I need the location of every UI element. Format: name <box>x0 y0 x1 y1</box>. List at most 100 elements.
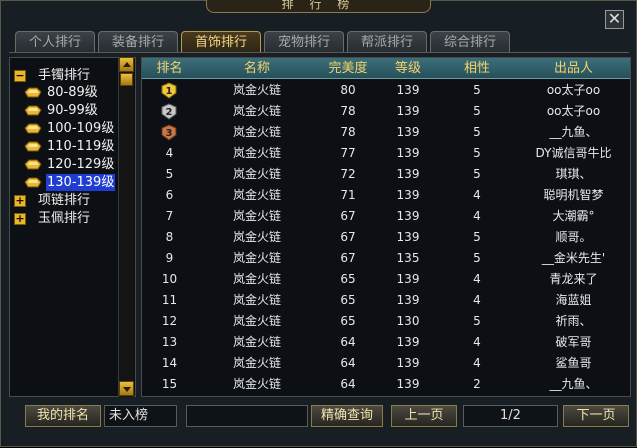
cell-maker: 破军哥 <box>555 335 592 349</box>
cell-maker: 大潮霸° <box>552 209 595 223</box>
ranking-table: 排名 名称 完美度 等级 相性 出品人 1 岚金火链 80 139 5 oo太子oo 2 岚金… <box>141 57 631 397</box>
header-rank[interactable]: 排名 <box>142 58 197 79</box>
tree-node-bracelet[interactable]: − 手镯排行 <box>14 67 124 84</box>
cell-perfection: 72 <box>340 167 356 181</box>
cell-perfection: 64 <box>340 377 356 391</box>
cell-level: 139 <box>396 335 420 349</box>
cell-maker: oo太子oo <box>546 104 601 118</box>
cell-perfection: 77 <box>340 146 356 160</box>
close-button[interactable]: ✕ <box>605 10 624 29</box>
cell-perfection: 71 <box>340 188 356 202</box>
tree-item-level-130[interactable]: 130-139级 <box>24 174 124 191</box>
table-row[interactable]: 9 岚金火链 67 135 5 __金米先生' <box>142 248 630 269</box>
tab-overall[interactable]: 综合排行 <box>430 31 510 53</box>
tree-item-level-110[interactable]: 110-119级 <box>24 138 124 155</box>
tab-equipment[interactable]: 装备排行 <box>98 31 178 53</box>
cell-affinity: 5 <box>473 314 481 328</box>
tab-pet[interactable]: 宠物排行 <box>264 31 344 53</box>
cell-level: 139 <box>396 356 420 370</box>
header-maker[interactable]: 出品人 <box>517 58 630 79</box>
tree-item-level-80[interactable]: 80-89级 <box>24 84 124 101</box>
rank-medal-number: 3 <box>166 128 173 139</box>
table-row[interactable]: 8 岚金火链 67 139 5 顺哥。 <box>142 227 630 248</box>
cell-affinity: 5 <box>473 104 481 118</box>
table-row[interactable]: 7 岚金火链 67 139 4 大潮霸° <box>142 206 630 227</box>
cell-maker: 聪明机智梦 <box>543 188 604 202</box>
cell-name: 岚金火链 <box>232 230 281 244</box>
table-row[interactable]: 3 岚金火链 78 139 5 __九鱼、 <box>142 122 630 143</box>
tree-scrollbar[interactable] <box>118 57 134 397</box>
header-perfection[interactable]: 完美度 <box>317 58 379 79</box>
table-row[interactable]: 11 岚金火链 65 139 4 海蓝姐 <box>142 290 630 311</box>
prev-page-button[interactable]: 上一页 <box>391 405 457 427</box>
cell-affinity: 5 <box>473 125 481 139</box>
cell-rank: 15 <box>161 377 178 391</box>
cell-perfection: 64 <box>340 335 356 349</box>
expand-icon[interactable]: + <box>14 195 26 207</box>
collapse-icon[interactable]: − <box>14 70 26 82</box>
table-row[interactable]: 13 岚金火链 64 139 4 破军哥 <box>142 332 630 353</box>
cell-affinity: 4 <box>473 293 481 307</box>
cell-affinity: 4 <box>473 188 481 202</box>
table-row[interactable]: 1 岚金火链 80 139 5 oo太子oo <box>142 80 630 101</box>
gold-ingot-icon <box>24 123 42 134</box>
cell-name: 岚金火链 <box>232 251 281 265</box>
scroll-thumb[interactable] <box>120 73 133 86</box>
bottom-toolbar: 我的排名 未入榜 精确查询 上一页 1/2 下一页 <box>1 405 637 448</box>
cell-maker: 顺哥。 <box>555 230 592 244</box>
table-row[interactable]: 4 岚金火链 77 139 5 DY诚信哥牛比 <box>142 143 630 164</box>
cell-affinity: 4 <box>473 272 481 286</box>
tree-item-level-120[interactable]: 120-129级 <box>24 156 124 173</box>
tree-node-necklace[interactable]: + 项链排行 <box>14 192 124 209</box>
table-row[interactable]: 2 岚金火链 78 139 5 oo太子oo <box>142 101 630 122</box>
tree-item-level-100[interactable]: 100-109级 <box>24 120 124 137</box>
cell-rank: 12 <box>161 314 178 328</box>
cell-maker: 海蓝姐 <box>555 293 592 307</box>
expand-icon[interactable]: + <box>14 213 26 225</box>
scroll-down-button[interactable] <box>119 381 134 396</box>
cell-perfection: 80 <box>340 83 356 97</box>
my-rank-button[interactable]: 我的排名 <box>25 405 101 427</box>
cell-rank: 6 <box>165 188 174 202</box>
cell-perfection: 78 <box>340 125 356 139</box>
cell-maker: __金米先生' <box>541 251 606 265</box>
table-row[interactable]: 15 岚金火链 64 139 2 __九鱼、 <box>142 374 630 395</box>
cell-name: 岚金火链 <box>232 377 281 391</box>
tab-guild[interactable]: 帮派排行 <box>347 31 427 53</box>
search-button[interactable]: 精确查询 <box>311 405 383 427</box>
table-row[interactable]: 6 岚金火链 71 139 4 聪明机智梦 <box>142 185 630 206</box>
header-affinity[interactable]: 相性 <box>437 58 517 79</box>
rank-medal-number: 1 <box>166 86 173 97</box>
rank-medal-icon: 3 <box>161 124 177 141</box>
tree-label-necklace: 项链排行 <box>38 193 91 208</box>
search-input[interactable] <box>186 405 308 427</box>
cell-perfection: 64 <box>340 356 356 370</box>
table-row[interactable]: 12 岚金火链 65 130 5 祈雨、 <box>142 311 630 332</box>
cell-maker: 祈雨、 <box>555 314 592 328</box>
cell-rank: 10 <box>161 272 178 286</box>
cell-name: 岚金火链 <box>232 314 281 328</box>
cell-maker: __九鱼、 <box>549 125 598 139</box>
cell-name: 岚金火链 <box>232 335 281 349</box>
tree-item-level-90[interactable]: 90-99级 <box>24 102 124 119</box>
table-row[interactable]: 10 岚金火链 65 139 4 青龙来了 <box>142 269 630 290</box>
cell-affinity: 4 <box>473 209 481 223</box>
table-row[interactable]: 5 岚金火链 72 139 5 琪琪、 <box>142 164 630 185</box>
scroll-up-button[interactable] <box>119 57 134 72</box>
cell-maker: oo太子oo <box>546 83 601 97</box>
cell-perfection: 67 <box>340 251 356 265</box>
tab-jewelry[interactable]: 首饰排行 <box>181 31 261 53</box>
cell-level: 139 <box>396 104 420 118</box>
tab-personal[interactable]: 个人排行 <box>15 31 95 53</box>
cell-level: 139 <box>396 209 420 223</box>
header-level[interactable]: 等级 <box>379 58 437 79</box>
cell-affinity: 5 <box>473 251 481 265</box>
tree-node-pendant[interactable]: + 玉佩排行 <box>14 210 124 227</box>
cell-affinity: 5 <box>473 146 481 160</box>
cell-perfection: 65 <box>340 272 356 286</box>
tree-label-level: 120-129级 <box>47 157 115 172</box>
table-row[interactable]: 14 岚金火链 64 139 4 鲨鱼哥 <box>142 353 630 374</box>
cell-level: 139 <box>396 125 420 139</box>
next-page-button[interactable]: 下一页 <box>563 405 629 427</box>
header-name[interactable]: 名称 <box>197 58 317 79</box>
